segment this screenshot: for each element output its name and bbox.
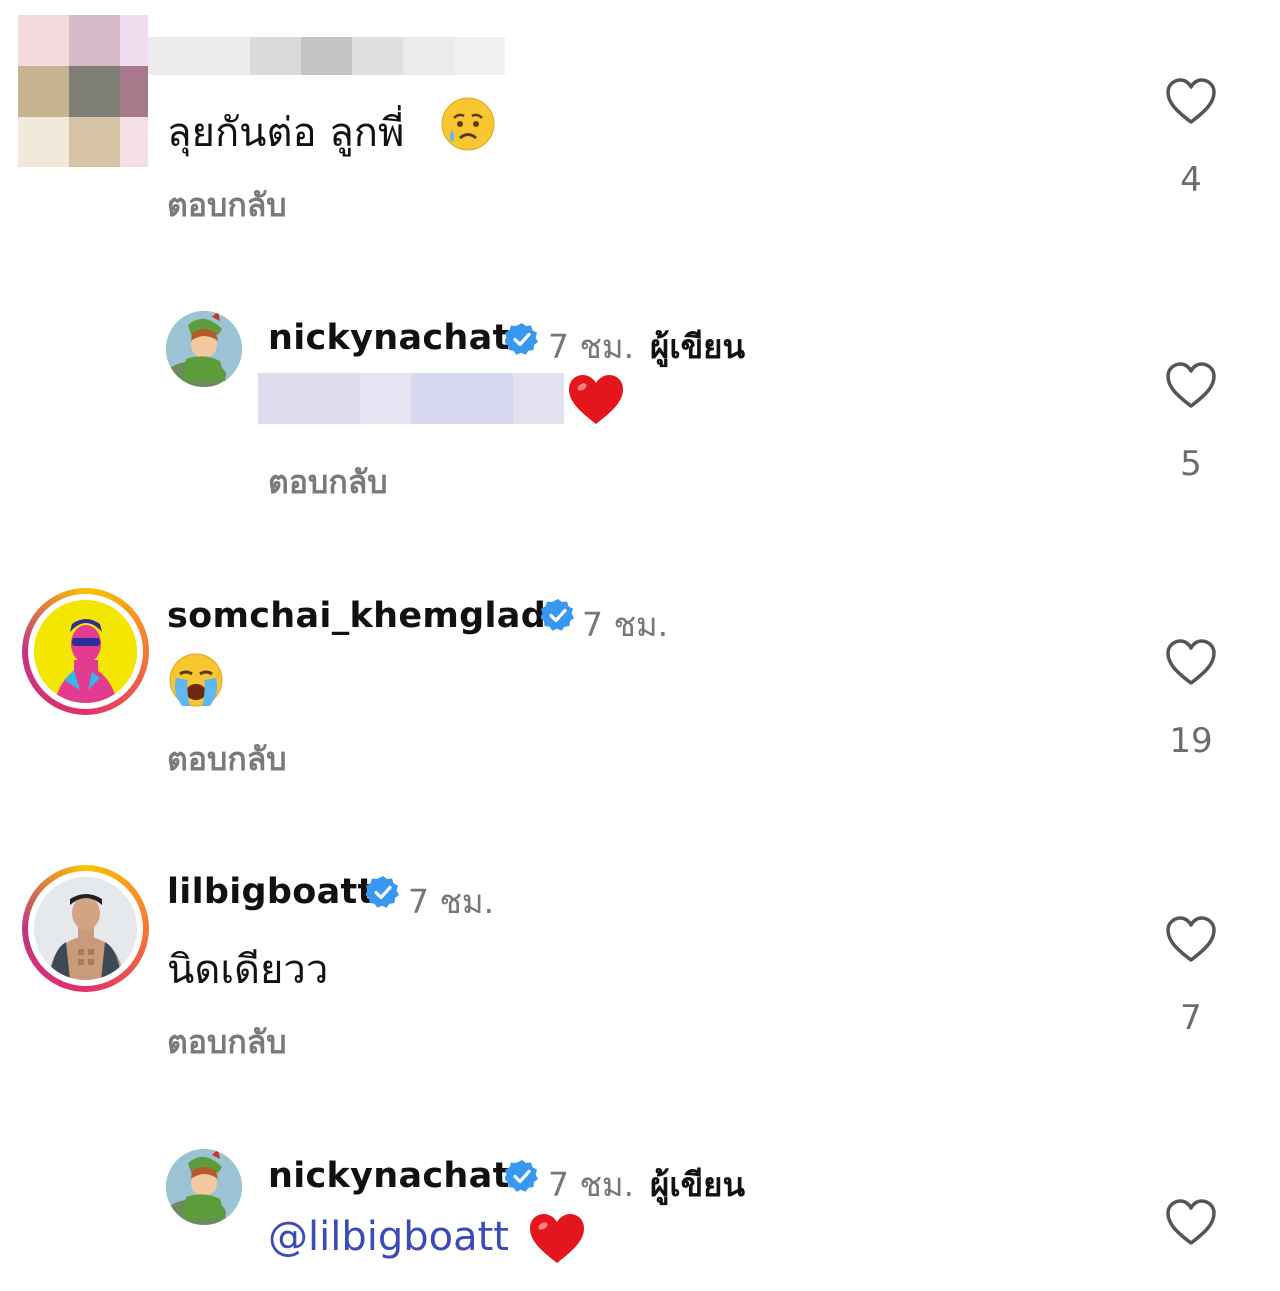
like-count: 5 bbox=[1180, 444, 1202, 484]
username[interactable]: lilbigboatt bbox=[167, 872, 375, 912]
verified-badge-icon bbox=[365, 875, 400, 909]
crying-face-emoji bbox=[440, 96, 496, 152]
avatar-lilbigboatt bbox=[34, 877, 137, 980]
heart-icon[interactable] bbox=[1165, 1199, 1217, 1247]
author-label: ผู้เขียน bbox=[650, 1165, 746, 1204]
verified-badge-icon bbox=[504, 322, 539, 356]
comment-text: นิดเดียวว bbox=[167, 947, 329, 993]
heart-icon[interactable] bbox=[1165, 916, 1217, 964]
red-heart-emoji bbox=[567, 373, 625, 427]
username[interactable]: nickynachat bbox=[268, 318, 510, 358]
red-heart-emoji bbox=[528, 1212, 586, 1266]
username[interactable]: nickynachat bbox=[268, 1156, 510, 1196]
like-count: 4 bbox=[1180, 160, 1202, 200]
loudly-crying-face-emoji bbox=[168, 652, 224, 708]
reply-button[interactable]: ตอบกลับ bbox=[167, 734, 287, 785]
timestamp: 7 ชม. bbox=[408, 882, 495, 921]
reply-button[interactable]: ตอบกลับ bbox=[167, 180, 287, 231]
username-blurred[interactable] bbox=[148, 37, 505, 75]
story-ring[interactable] bbox=[22, 865, 149, 992]
comment-text-blurred bbox=[258, 373, 564, 424]
username[interactable]: somchai_khemglad bbox=[167, 596, 546, 636]
heart-icon[interactable] bbox=[1165, 78, 1217, 126]
timestamp: 7 ชม. bbox=[548, 327, 635, 366]
avatar-somchai bbox=[34, 600, 137, 703]
heart-icon[interactable] bbox=[1165, 639, 1217, 687]
reply-button[interactable]: ตอบกลับ bbox=[167, 1017, 287, 1068]
author-label: ผู้เขียน bbox=[650, 327, 746, 366]
timestamp: 7 ชม. bbox=[548, 1165, 635, 1204]
avatar-blurred[interactable] bbox=[18, 15, 148, 167]
mention-link[interactable]: @lilbigboatt bbox=[268, 1214, 509, 1260]
comment-text: ลุยกันต่อ ลูกพี่ bbox=[167, 110, 405, 156]
avatar-nickynachat[interactable] bbox=[166, 311, 242, 387]
story-ring[interactable] bbox=[22, 588, 149, 715]
like-count: 19 bbox=[1169, 721, 1213, 761]
reply-button[interactable]: ตอบกลับ bbox=[268, 457, 388, 508]
like-count: 7 bbox=[1180, 998, 1202, 1038]
verified-badge-icon bbox=[540, 598, 575, 632]
timestamp: 7 ชม. bbox=[582, 605, 669, 644]
avatar-nickynachat[interactable] bbox=[166, 1149, 242, 1225]
heart-icon[interactable] bbox=[1165, 362, 1217, 410]
verified-badge-icon bbox=[504, 1159, 539, 1193]
